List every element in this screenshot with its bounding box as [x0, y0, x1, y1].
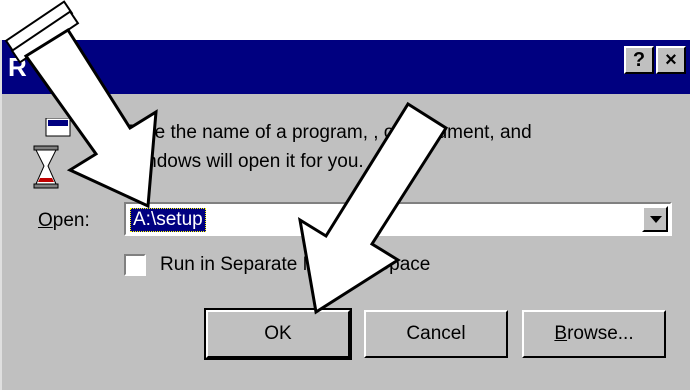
browse-label-rest: rowse...	[567, 323, 634, 344]
open-label-rest: pen:	[52, 210, 90, 231]
run-dialog: R ? × Type the name of a program, , or d…	[0, 40, 690, 390]
open-input-value[interactable]: A:\setup	[130, 208, 206, 232]
help-button[interactable]: ?	[624, 46, 654, 74]
browse-accel: B	[554, 323, 568, 344]
cancel-button[interactable]: Cancel	[364, 310, 508, 358]
dropdown-arrow-button[interactable]	[642, 206, 668, 232]
open-label-accel: O	[38, 210, 53, 231]
ok-button[interactable]: OK	[204, 308, 352, 360]
run-hourglass-icon	[33, 118, 71, 189]
prompt-text: Type the name of a program, , or documen…	[124, 118, 644, 176]
prompt-line-2: Windows will open it for you.	[124, 151, 364, 172]
title-bar: R ? ×	[2, 40, 690, 94]
browse-button[interactable]: Browse...	[522, 310, 666, 358]
run-separate-label[interactable]: Run in Separate Memory Space	[160, 254, 430, 276]
close-button[interactable]: ×	[656, 46, 686, 74]
window-title: R	[8, 52, 27, 82]
open-combobox[interactable]: A:\setup	[124, 202, 672, 236]
prompt-line-1: Type the name of a program, , or documen…	[124, 122, 532, 143]
run-separate-checkbox[interactable]	[124, 254, 146, 276]
open-label: Open:	[38, 210, 90, 232]
